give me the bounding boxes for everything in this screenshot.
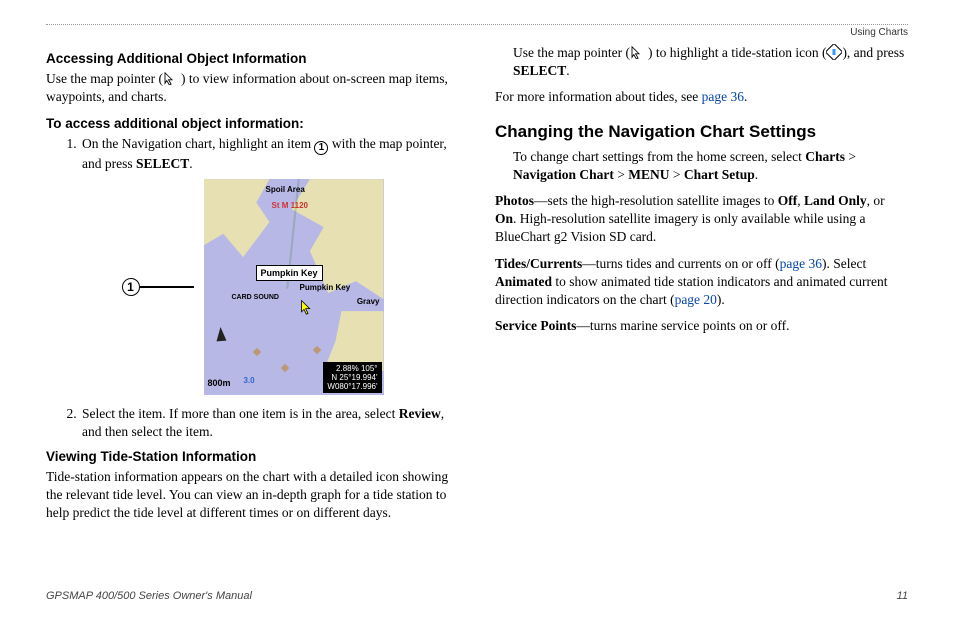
- map-data-row: W080°17.996': [327, 382, 377, 391]
- text: Use the map pointer (: [513, 45, 630, 60]
- land-only-keyword: Land Only: [804, 193, 867, 208]
- map-pointer-icon: [300, 299, 316, 315]
- steps-list: On the Navigation chart, highlight an it…: [46, 135, 459, 173]
- text: .: [566, 63, 569, 78]
- text: To change chart settings from the home s…: [513, 149, 805, 164]
- section-header: Using Charts: [46, 27, 908, 38]
- on-keyword: On: [495, 211, 513, 226]
- text: >: [614, 167, 628, 182]
- text: .: [744, 89, 747, 104]
- text: —turns tides and currents on or off (: [582, 256, 779, 271]
- map-label-pumpkin-key: Pumpkin Key: [300, 283, 351, 294]
- step-1: On the Navigation chart, highlight an it…: [80, 135, 459, 173]
- map-data-row: 2.88% 105°: [327, 364, 377, 373]
- text: —turns marine service points on or off.: [576, 318, 789, 333]
- text: .: [189, 156, 192, 171]
- step-2: Select the item. If more than one item i…: [80, 405, 459, 441]
- charts-keyword: Charts: [805, 149, 845, 164]
- top-divider: [46, 24, 908, 25]
- callout-number-icon: 1: [122, 278, 140, 296]
- text: ), and press: [842, 45, 904, 60]
- text: >: [845, 149, 856, 164]
- nav-chart-keyword: Navigation Chart: [513, 167, 614, 182]
- figure: 1 Spoil Area St M 1120 Pumpkin Key Pumpk…: [46, 179, 459, 395]
- boat-icon: [215, 327, 226, 342]
- navigation-chart-screenshot: Spoil Area St M 1120 Pumpkin Key Pumpkin…: [204, 179, 384, 395]
- text: On the Navigation chart, highlight an it…: [82, 136, 314, 151]
- text: , or: [867, 193, 885, 208]
- tide-station-icon: [826, 44, 842, 60]
- menu-keyword: MENU: [628, 167, 669, 182]
- paragraph-tides: Tides/Currents—turns tides and currents …: [495, 255, 908, 310]
- select-keyword: SELECT: [136, 156, 189, 171]
- map-depth: 3.0: [244, 376, 255, 387]
- text: >: [670, 167, 684, 182]
- page-link-36[interactable]: page 36: [780, 256, 822, 271]
- chart-setup-keyword: Chart Setup: [684, 167, 755, 182]
- tides-currents-keyword: Tides/Currents: [495, 256, 582, 271]
- text: .: [755, 167, 758, 182]
- heading-accessing-info: Accessing Additional Object Information: [46, 50, 459, 68]
- text: —sets the high-resolution satellite imag…: [534, 193, 778, 208]
- photos-keyword: Photos: [495, 193, 534, 208]
- map-data-row: N 25°19.994': [327, 373, 377, 382]
- paragraph-photos: Photos—sets the high-resolution satellit…: [495, 192, 908, 247]
- heading-tide-station: Viewing Tide-Station Information: [46, 448, 459, 466]
- text: For more information about tides, see: [495, 89, 702, 104]
- manual-page: Using Charts Accessing Additional Object…: [0, 0, 954, 618]
- map-pointer-icon: [630, 45, 648, 59]
- map-pointer-icon: [163, 71, 181, 85]
- callout-leader-line: [140, 286, 194, 288]
- page-link-20[interactable]: page 20: [675, 292, 717, 307]
- left-column: Accessing Additional Object Information …: [46, 44, 459, 582]
- paragraph: For more information about tides, see pa…: [495, 88, 908, 106]
- animated-keyword: Animated: [495, 274, 552, 289]
- page-number: 11: [897, 590, 908, 602]
- callout-1-inline-icon: 1: [314, 141, 328, 155]
- map-marker: [280, 364, 288, 372]
- map-label-stm: St M 1120: [272, 201, 308, 212]
- select-keyword: SELECT: [513, 63, 566, 78]
- map-data-panel: 2.88% 105° N 25°19.994' W080°17.996': [323, 362, 381, 394]
- steps-list: Select the item. If more than one item i…: [46, 405, 459, 441]
- paragraph: Tide-station information appears on the …: [46, 468, 459, 523]
- text: Use the map pointer (: [46, 71, 163, 86]
- paragraph: Use the map pointer () to view informati…: [46, 70, 459, 106]
- text: . High-resolution satellite imagery is o…: [495, 211, 865, 244]
- map-label-card-sound: CARD SOUND: [232, 293, 279, 302]
- map-label-gravy: Gravy: [357, 297, 380, 308]
- text: Select the item. If more than one item i…: [82, 406, 399, 421]
- paragraph-service-points: Service Points—turns marine service poin…: [495, 317, 908, 335]
- text: ) to highlight a tide-station icon (: [648, 45, 826, 60]
- text: ). Select: [822, 256, 866, 271]
- page-footer: GPSMAP 400/500 Series Owner's Manual 11: [46, 590, 908, 602]
- review-keyword: Review: [399, 406, 441, 421]
- text: ,: [797, 193, 804, 208]
- map-marker: [312, 346, 320, 354]
- service-points-keyword: Service Points: [495, 318, 576, 333]
- figure-callout: 1: [122, 278, 194, 296]
- map-label-spoil: Spoil Area: [266, 185, 305, 196]
- page-link-36[interactable]: page 36: [702, 89, 744, 104]
- map-marker: [252, 348, 260, 356]
- paragraph: To change chart settings from the home s…: [495, 148, 908, 184]
- map-label-pumpkin-key-box: Pumpkin Key: [256, 265, 323, 281]
- two-column-layout: Accessing Additional Object Information …: [46, 44, 908, 582]
- heading-changing-settings: Changing the Navigation Chart Settings: [495, 121, 908, 144]
- text: ).: [717, 292, 725, 307]
- paragraph: Use the map pointer ( ) to highlight a ti…: [495, 44, 908, 80]
- right-column: Use the map pointer ( ) to highlight a ti…: [495, 44, 908, 582]
- map-scale: 800m: [208, 377, 231, 389]
- heading-to-access: To access additional object information:: [46, 115, 459, 133]
- map-land: [204, 179, 270, 257]
- off-keyword: Off: [778, 193, 798, 208]
- footer-title: GPSMAP 400/500 Series Owner's Manual: [46, 590, 252, 602]
